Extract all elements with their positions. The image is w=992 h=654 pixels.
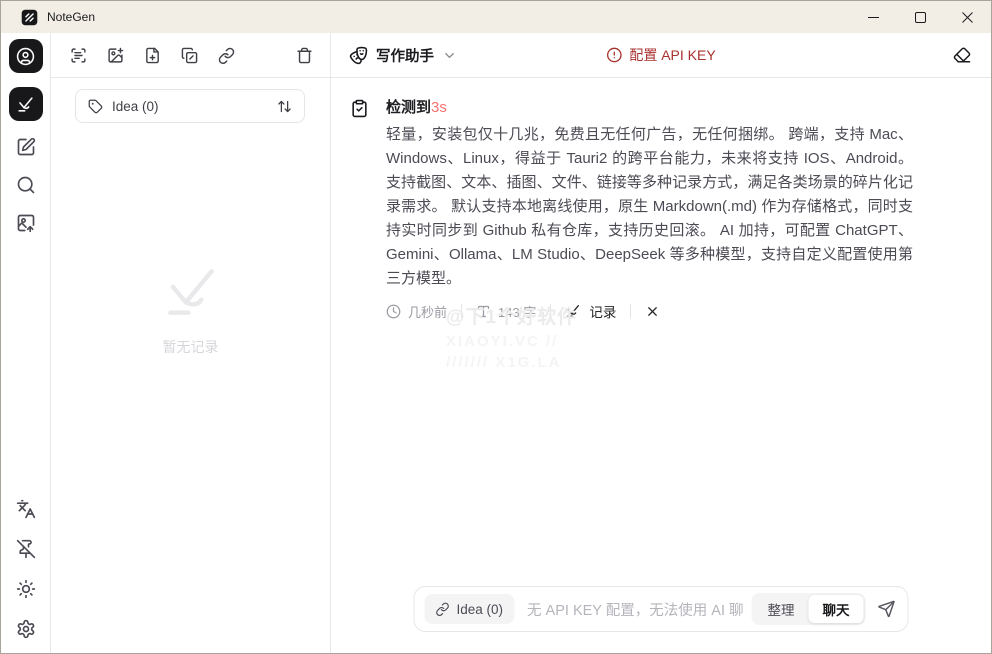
note-timestamp: 几秒前	[386, 302, 447, 321]
divider	[550, 304, 552, 318]
empty-state: 暂无记录	[51, 261, 330, 357]
trash-icon	[296, 47, 313, 64]
sidebar-item-search[interactable]	[14, 173, 38, 197]
send-button[interactable]	[878, 600, 896, 618]
titlebar[interactable]: NoteGen	[1, 1, 991, 33]
screenshot-capture-button[interactable]	[69, 46, 87, 64]
eraser-icon	[953, 46, 971, 64]
sun-icon	[16, 579, 36, 599]
sort-order-icon[interactable]	[277, 99, 292, 114]
app-body: Idea (0) 暂无记录 写作助手 配置 API KEY 检测到3s 轻量，安…	[1, 33, 991, 653]
app-window: NoteGen Idea (0) 暂无记录 写作助手 配置 API KEY 检测…	[0, 0, 992, 654]
chat-tag-label: Idea (0)	[456, 601, 504, 617]
minimize-button[interactable]	[850, 1, 897, 33]
watermark-line3: /////// X1G.LA	[446, 354, 562, 371]
char-count-text: 143 字	[498, 304, 537, 320]
tag-icon	[88, 99, 103, 114]
image-upload-icon	[16, 213, 36, 233]
assistant-name: 写作助手	[376, 48, 434, 65]
chat-mode-switch: 整理 聊天	[751, 593, 866, 625]
type-icon	[476, 304, 491, 319]
detected-note-card: 检测到3s 轻量，安装包仅十几兆，免费且无任何广告，无任何捆绑。 跨端，支持 M…	[331, 78, 991, 321]
send-plane-icon	[878, 600, 896, 618]
chat-tag-chip[interactable]: Idea (0)	[424, 594, 515, 624]
copy-text-button[interactable]	[180, 46, 198, 64]
edit-square-icon	[16, 137, 36, 157]
assistant-header: 写作助手 配置 API KEY	[331, 33, 991, 78]
countdown-timer: 3s	[431, 99, 447, 116]
watermark-line2: XIAOYI.VC //	[446, 333, 559, 350]
close-x-icon	[645, 304, 660, 319]
copy-pen-icon	[181, 47, 198, 64]
record-button-label: 记录	[589, 305, 617, 320]
detected-label: 检测到	[386, 99, 432, 116]
link-icon	[436, 602, 450, 616]
chat-content-area: 检测到3s 轻量，安装包仅十几兆，免费且无任何广告，无任何捆绑。 跨端，支持 M…	[331, 78, 991, 653]
api-key-warning-button[interactable]: 配置 API KEY	[606, 45, 716, 65]
note-card-title: 检测到3s	[386, 98, 913, 118]
dismiss-note-button[interactable]	[645, 304, 660, 319]
window-controls	[850, 1, 991, 33]
sidebar-item-record[interactable]	[8, 87, 43, 121]
tag-filter-select[interactable]: Idea (0)	[75, 89, 305, 123]
add-file-button[interactable]	[143, 46, 161, 64]
record-toolbar	[51, 33, 330, 78]
record-note-button[interactable]: 记录	[565, 301, 616, 321]
note-time-text: 几秒前	[408, 304, 448, 320]
left-sidebar	[1, 33, 51, 653]
sidebar-item-gallery[interactable]	[14, 211, 38, 235]
add-link-button[interactable]	[217, 46, 235, 64]
language-switch-button[interactable]	[14, 497, 38, 521]
scan-text-icon	[70, 47, 87, 64]
file-plus-icon	[144, 47, 161, 64]
pin-toggle-button[interactable]	[14, 537, 38, 561]
gear-icon	[16, 619, 36, 639]
note-card-body: 轻量，安装包仅十几兆，免费且无任何广告，无任何捆绑。 跨端，支持 Mac、Win…	[386, 126, 913, 287]
note-card-footer: 几秒前 143 字 记录	[386, 301, 913, 321]
image-plus-icon	[107, 47, 124, 64]
sidebar-item-account[interactable]	[8, 39, 43, 73]
link-icon	[218, 47, 235, 64]
divider	[461, 304, 463, 318]
record-pen-icon	[565, 303, 581, 319]
note-char-count: 143 字	[476, 302, 536, 321]
note-card-content: 检测到3s 轻量，安装包仅十几兆，免费且无任何广告，无任何捆绑。 跨端，支持 M…	[386, 98, 913, 321]
pin-off-icon	[16, 539, 36, 559]
empty-pen-icon	[160, 261, 222, 323]
clipboard-check-icon	[350, 99, 369, 321]
empty-state-text: 暂无记录	[162, 339, 219, 355]
chat-input-placeholder[interactable]: 无 API KEY 配置，无法使用 AI 聊	[527, 599, 743, 620]
clear-chat-button[interactable]	[953, 46, 971, 64]
tag-filter-label: Idea (0)	[112, 98, 159, 114]
sidebar-bottom-group	[14, 497, 38, 641]
languages-icon	[16, 499, 36, 519]
sidebar-item-write[interactable]	[14, 135, 38, 159]
theme-toggle-button[interactable]	[14, 577, 38, 601]
add-image-button[interactable]	[106, 46, 124, 64]
mode-chat-tab[interactable]: 聊天	[808, 595, 864, 623]
signature-pen-icon	[16, 95, 35, 114]
main-panel: 写作助手 配置 API KEY 检测到3s 轻量，安装包仅十几兆，免费且无任何广…	[331, 33, 991, 653]
api-key-warning-text: 配置 API KEY	[629, 47, 716, 63]
alert-circle-icon	[606, 47, 622, 63]
chevron-down-icon	[442, 48, 457, 63]
close-button[interactable]	[944, 1, 991, 33]
search-icon	[16, 175, 36, 195]
clear-records-button[interactable]	[295, 46, 313, 64]
drama-masks-icon	[349, 46, 368, 65]
clock-icon	[386, 304, 401, 319]
maximize-button[interactable]	[897, 1, 944, 33]
settings-button[interactable]	[14, 617, 38, 641]
user-circle-icon	[16, 47, 35, 66]
assistant-selector[interactable]: 写作助手	[349, 45, 457, 66]
divider	[630, 304, 632, 318]
notes-panel: Idea (0) 暂无记录	[51, 33, 331, 653]
chat-input-bar[interactable]: Idea (0) 无 API KEY 配置，无法使用 AI 聊 整理 聊天	[413, 586, 909, 632]
mode-organize-tab[interactable]: 整理	[754, 595, 809, 623]
app-logo-icon	[21, 9, 38, 26]
app-title: NoteGen	[47, 10, 96, 24]
